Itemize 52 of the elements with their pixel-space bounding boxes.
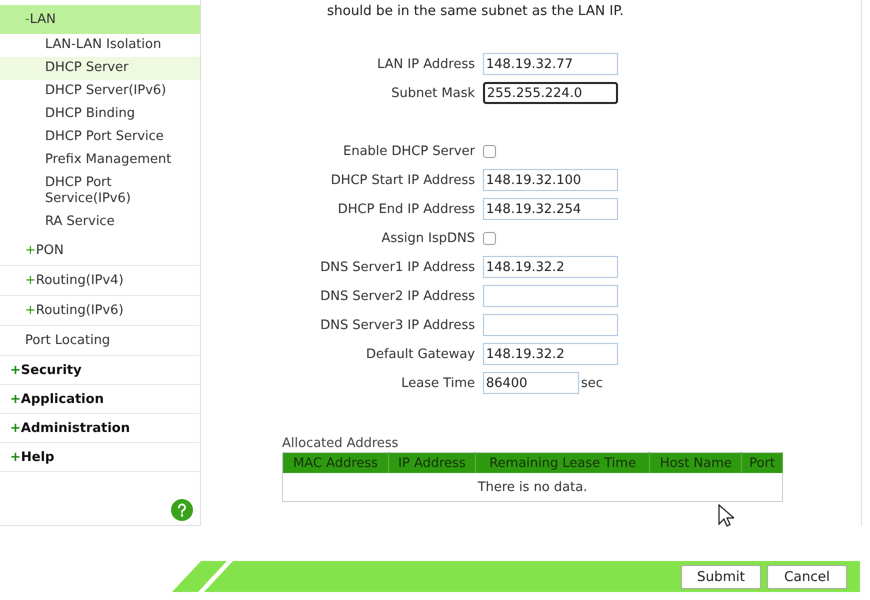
field-label: DNS Server2 IP Address [320, 288, 475, 304]
action-button[interactable]: Cancel [767, 564, 847, 588]
sidebar-item[interactable]: +Routing(IPv6) [0, 296, 200, 326]
sidebar-item[interactable]: DHCP Binding [0, 103, 200, 126]
table-title: Allocated Address [282, 436, 400, 451]
intro-text: should be in the same subnet as the LAN IP. [326, 2, 625, 19]
sidebar-section[interactable]: +Administration [0, 414, 200, 443]
input-field[interactable]: 148.19.32.2 [483, 343, 618, 365]
field-label: Assign IspDNS [381, 230, 475, 246]
field-label: Enable DHCP Server [343, 144, 475, 158]
column-header: Host Name [650, 452, 742, 473]
input-field[interactable]: 148.19.32.77 [483, 53, 618, 75]
field-label: DNS Server1 IP Address [320, 260, 475, 274]
checkbox[interactable] [483, 144, 496, 158]
input-field[interactable]: 148.19.32.254 [483, 198, 618, 220]
sidebar-item[interactable]: Port Locating [0, 326, 200, 356]
input-field[interactable]: 148.19.32.2 [483, 256, 618, 278]
column-header: Remaining Lease Time [475, 452, 650, 473]
sidebar-item[interactable]: DHCP Server [0, 57, 200, 80]
sidebar-item[interactable]: -LAN [0, 5, 200, 34]
column-header: MAC Address [282, 452, 388, 473]
field-label: DHCP Start IP Address [330, 172, 475, 188]
input-field[interactable] [483, 285, 618, 307]
sidebar-item[interactable]: +PON [0, 236, 200, 266]
input-field[interactable]: 148.19.32.100 [483, 169, 618, 191]
input-field[interactable] [483, 314, 618, 336]
field-label: DNS Server3 IP Address [320, 318, 475, 332]
field-label: Default Gateway [366, 346, 475, 362]
input-field[interactable]: 86400 [483, 372, 579, 394]
cursor-icon [718, 504, 734, 528]
sidebar-item[interactable]: RA Service [0, 211, 200, 234]
checkbox[interactable] [483, 232, 496, 244]
sidebar-item[interactable]: DHCP Port Service [0, 126, 200, 149]
input-field[interactable]: 255.255.224.0 [483, 82, 618, 104]
sidebar-section[interactable]: +Security [0, 356, 200, 385]
sidebar-item[interactable]: +Routing(IPv4) [0, 266, 200, 296]
sidebar-section[interactable]: +Help [0, 443, 200, 472]
help-icon[interactable] [171, 499, 193, 521]
sidebar-item[interactable]: Prefix Management [0, 149, 200, 172]
sidebar-section[interactable]: +Application [0, 385, 200, 414]
unit-label: sec [581, 376, 603, 390]
field-label: Subnet Mask [391, 86, 475, 100]
column-header: IP Address [388, 452, 476, 473]
column-header: Port [742, 452, 782, 473]
action-button[interactable]: Submit [681, 564, 761, 588]
sidebar-item[interactable]: LAN-LAN Isolation [0, 34, 200, 57]
field-label: DHCP End IP Address [338, 202, 475, 216]
field-label: LAN IP Address [377, 56, 475, 72]
field-label: Lease Time [401, 376, 475, 390]
sidebar-item[interactable]: DHCP Server(IPv6) [0, 80, 200, 103]
sidebar-item[interactable]: DHCP Port Service(IPv6) [0, 172, 200, 211]
empty-message: There is no data. [282, 473, 782, 502]
